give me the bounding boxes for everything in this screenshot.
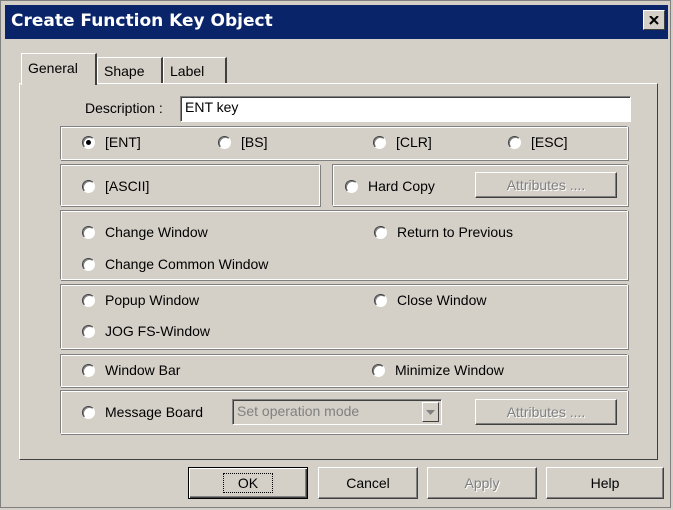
- title-bar[interactable]: Create Function Key Object: [5, 5, 668, 39]
- radio-clr-dot[interactable]: [373, 135, 386, 149]
- radio-minimize-window[interactable]: Minimize Window: [372, 362, 504, 378]
- apply-label: Apply: [464, 475, 500, 491]
- radio-message-board-label: Message Board: [105, 404, 204, 420]
- radio-window-bar-dot[interactable]: [82, 363, 95, 377]
- message-board-select-value: Set operation mode: [237, 403, 360, 419]
- radio-change-window-dot[interactable]: [82, 225, 95, 239]
- radio-close-window-label: Close Window: [397, 292, 487, 308]
- radio-bs-dot[interactable]: [218, 135, 231, 149]
- radio-minimize-window-dot[interactable]: [372, 363, 385, 377]
- tab-general-label: General: [28, 60, 78, 76]
- message-board-attributes-label: Attributes ....: [506, 404, 586, 420]
- radio-ent-dot[interactable]: [82, 135, 95, 149]
- cancel-label: Cancel: [346, 475, 390, 491]
- radio-hard-copy-label: Hard Copy: [368, 178, 435, 194]
- dropdown-arrow-button[interactable]: [422, 402, 439, 422]
- hard-copy-attributes-label: Attributes ....: [506, 177, 586, 193]
- ok-button[interactable]: OK: [188, 467, 308, 499]
- description-field[interactable]: ENT key: [180, 96, 631, 122]
- radio-change-common-window[interactable]: Change Common Window: [82, 256, 268, 272]
- tab-shape[interactable]: Shape: [97, 57, 163, 83]
- radio-return-to-previous-label: Return to Previous: [397, 224, 513, 240]
- radio-popup-window[interactable]: Popup Window: [82, 292, 199, 308]
- radio-popup-window-dot[interactable]: [82, 293, 95, 307]
- radio-ent-label: [ENT]: [105, 134, 141, 150]
- radio-ascii[interactable]: [ASCII]: [82, 178, 149, 194]
- radio-close-window[interactable]: Close Window: [374, 292, 486, 308]
- close-button[interactable]: [643, 10, 665, 30]
- chevron-down-icon: [426, 409, 435, 415]
- radio-close-window-dot[interactable]: [374, 293, 387, 307]
- window-title: Create Function Key Object: [11, 11, 273, 31]
- tab-label-label: Label: [170, 63, 205, 79]
- radio-clr[interactable]: [CLR]: [373, 134, 432, 150]
- radio-window-bar-label: Window Bar: [105, 362, 181, 378]
- radio-hard-copy-dot[interactable]: [345, 179, 358, 193]
- radio-ascii-dot[interactable]: [82, 179, 95, 193]
- radio-message-board-dot[interactable]: [82, 405, 95, 419]
- help-button[interactable]: Help: [546, 467, 664, 499]
- radio-esc[interactable]: [ESC]: [508, 134, 568, 150]
- radio-change-common-window-dot[interactable]: [82, 257, 95, 271]
- close-icon: [649, 15, 659, 25]
- radio-return-to-previous[interactable]: Return to Previous: [374, 224, 513, 240]
- radio-jog-fs-window-dot[interactable]: [82, 324, 95, 338]
- radio-jog-fs-window-label: JOG FS-Window: [105, 323, 211, 339]
- tab-general[interactable]: General: [21, 53, 97, 85]
- cancel-button[interactable]: Cancel: [318, 467, 418, 499]
- radio-esc-dot[interactable]: [508, 135, 521, 149]
- radio-message-board[interactable]: Message Board: [82, 404, 203, 420]
- radio-bs[interactable]: [BS]: [218, 134, 267, 150]
- message-board-select[interactable]: Set operation mode: [232, 399, 442, 425]
- ok-label: OK: [222, 473, 274, 493]
- radio-change-window-label: Change Window: [105, 224, 208, 240]
- general-tab-panel: Description : ENT key [ENT] [BS] [CLR] […: [19, 83, 658, 460]
- radio-popup-window-label: Popup Window: [105, 292, 200, 308]
- radio-jog-fs-window[interactable]: JOG FS-Window: [82, 323, 210, 339]
- tab-label[interactable]: Label: [163, 57, 227, 83]
- help-label: Help: [590, 475, 620, 491]
- radio-ent[interactable]: [ENT]: [82, 134, 141, 150]
- radio-minimize-window-label: Minimize Window: [395, 362, 504, 378]
- message-board-attributes-button[interactable]: Attributes ....: [475, 399, 617, 425]
- radio-esc-label: [ESC]: [531, 134, 568, 150]
- description-label: Description :: [85, 100, 163, 116]
- radio-window-bar[interactable]: Window Bar: [82, 362, 180, 378]
- radio-return-to-previous-dot[interactable]: [374, 225, 387, 239]
- radio-clr-label: [CLR]: [396, 134, 432, 150]
- description-value: ENT key: [185, 99, 239, 115]
- radio-bs-label: [BS]: [241, 134, 268, 150]
- tab-shape-label: Shape: [104, 63, 145, 79]
- apply-button[interactable]: Apply: [427, 467, 537, 499]
- radio-hard-copy[interactable]: Hard Copy: [345, 178, 435, 194]
- create-function-key-dialog: Create Function Key Object General Shape…: [0, 0, 671, 508]
- radio-ascii-label: [ASCII]: [105, 178, 150, 194]
- radio-change-common-window-label: Change Common Window: [105, 256, 269, 272]
- hard-copy-attributes-button[interactable]: Attributes ....: [475, 172, 617, 198]
- radio-change-window[interactable]: Change Window: [82, 224, 208, 240]
